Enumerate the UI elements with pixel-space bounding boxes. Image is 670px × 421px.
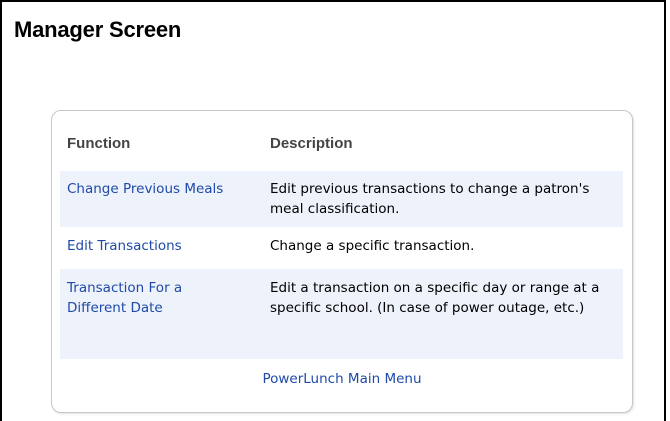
manager-functions-panel: Function Description Change Previous Mea…	[51, 110, 633, 413]
powerlunch-main-menu-link[interactable]: PowerLunch Main Menu	[52, 371, 632, 387]
header-description: Description	[270, 135, 353, 152]
row-description: Edit a transaction on a specific day or …	[270, 280, 600, 316]
row-description: Edit previous transactions to change a p…	[270, 181, 590, 217]
table-row: Transaction For a Different Date Edit a …	[60, 269, 623, 359]
edit-transactions-link[interactable]: Edit Transactions	[67, 236, 237, 256]
transaction-different-date-link[interactable]: Transaction For a Different Date	[67, 278, 227, 318]
change-previous-meals-link[interactable]: Change Previous Meals	[67, 179, 237, 199]
row-description: Change a specific transaction.	[270, 238, 475, 254]
page-title: Manager Screen	[14, 17, 182, 42]
header-function: Function	[67, 135, 131, 152]
table-row: Edit Transactions Change a specific tran…	[60, 229, 623, 263]
table-row: Change Previous Meals Edit previous tran…	[60, 171, 623, 227]
